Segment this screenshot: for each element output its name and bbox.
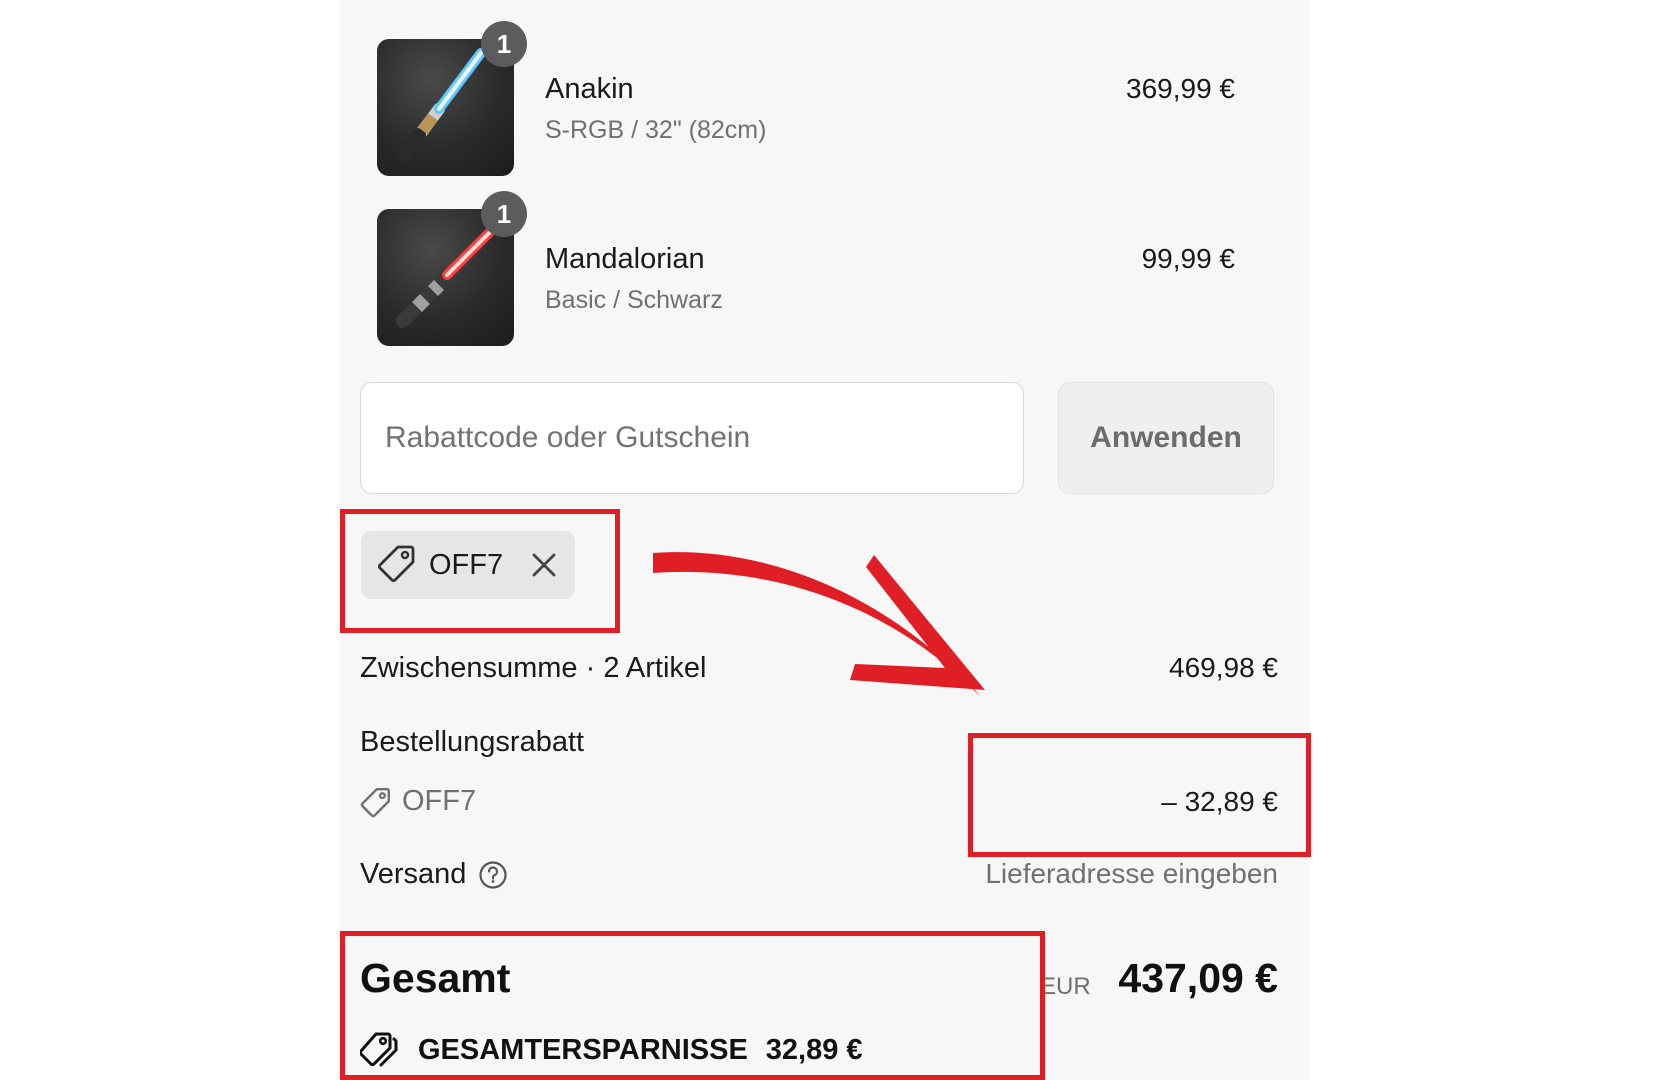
item-name: Mandalorian [545,243,705,275]
currency-code: EUR [1040,973,1091,1000]
order-discount-code-row: OFF7 [360,785,476,818]
shipping-row: Versand [360,858,508,891]
total-value: 437,09 € [1118,955,1278,1001]
shipping-label: Versand [360,858,467,890]
item-name: Anakin [545,73,634,105]
highlight-box-total [340,931,1045,1080]
item-price: 99,99 € [1141,243,1235,274]
quantity-badge: 1 [481,21,527,67]
subtotal-value: 469,98 € [1169,652,1278,683]
help-icon[interactable] [478,860,508,890]
cart-item-mandalorian: 1 Mandalorian Basic / Schwarz 99,99 € [377,191,1277,349]
order-discount-code: OFF7 [402,785,477,817]
item-variant: Basic / Schwarz [545,286,723,314]
shipping-value[interactable]: Lieferadresse eingeben [985,858,1278,890]
subtotal-label: Zwischensumme · 2 Artikel [360,652,707,684]
tag-icon [360,786,392,818]
cart-item-anakin: 1 Anakin S-RGB / 32" (82cm) 369,99 € [377,21,1277,179]
highlight-box-discount [968,733,1311,857]
quantity-badge: 1 [481,191,527,237]
apply-discount-button[interactable]: Anwenden [1058,382,1274,494]
item-price: 369,99 € [1126,73,1235,104]
order-discount-label: Bestellungsrabatt [360,726,585,758]
item-variant: S-RGB / 32" (82cm) [545,116,767,144]
discount-code-input[interactable] [360,382,1024,494]
highlight-box-code [340,509,620,633]
